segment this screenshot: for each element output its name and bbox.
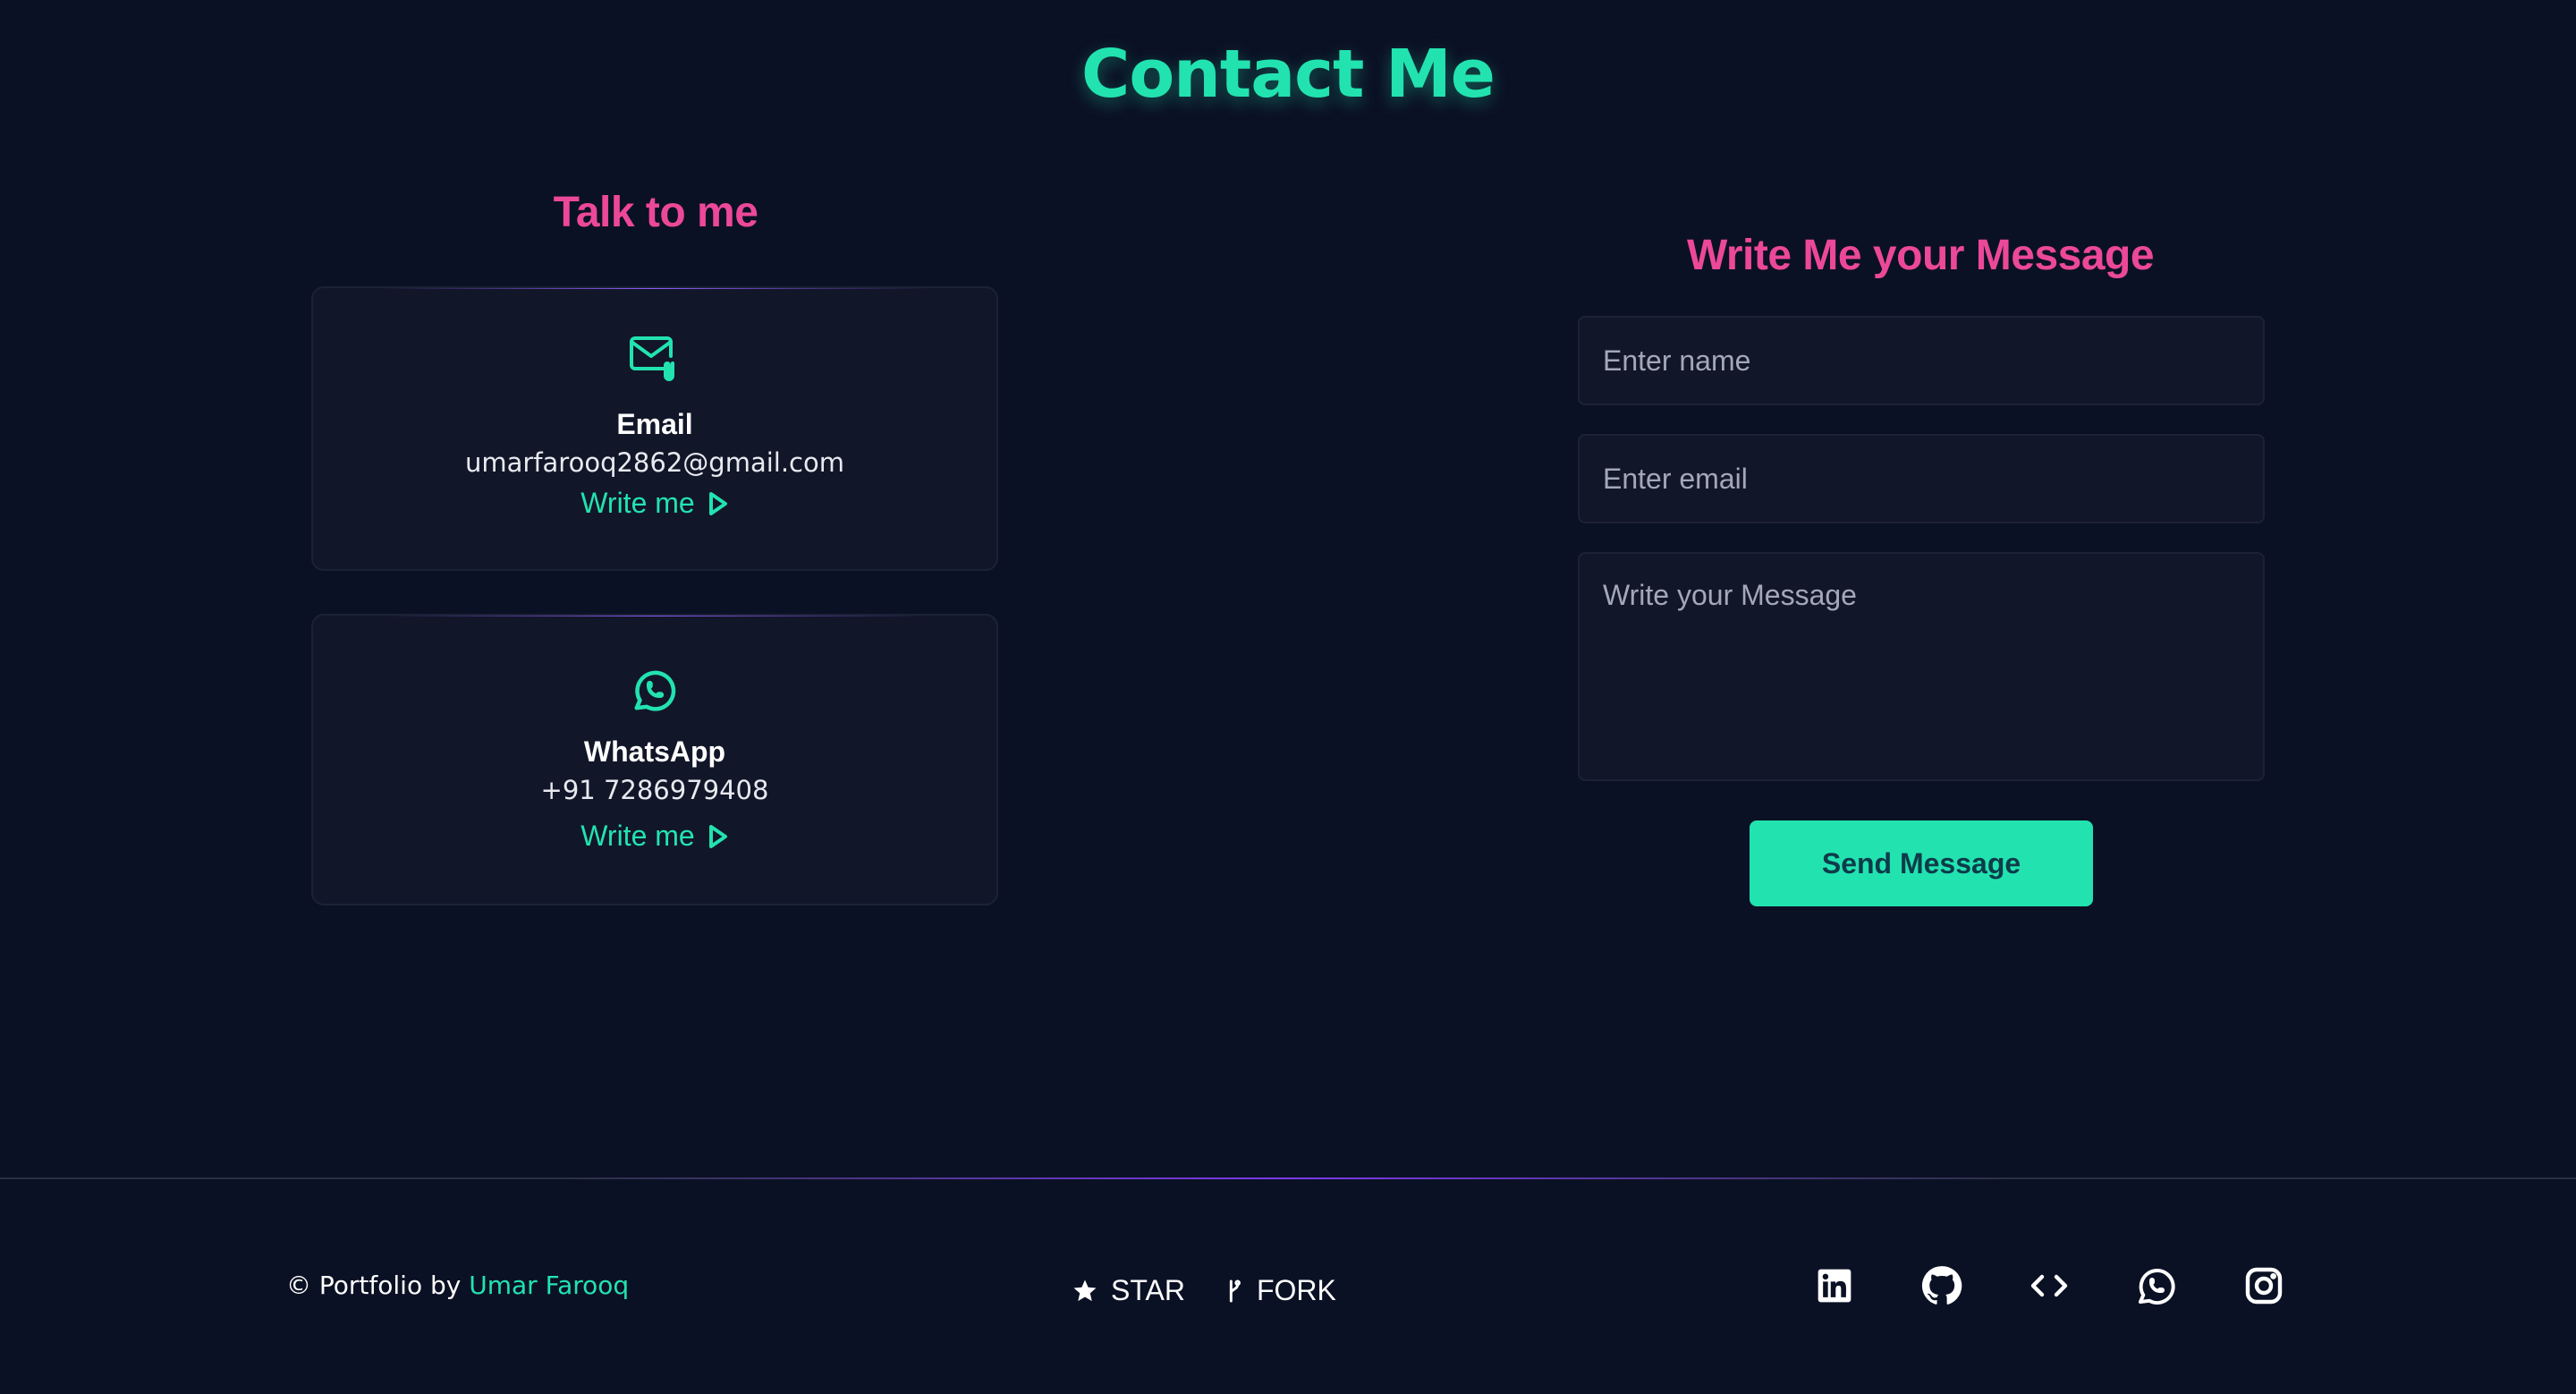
star-button[interactable]: STAR <box>1072 1274 1185 1307</box>
instagram-icon[interactable] <box>2241 1263 2286 1308</box>
repo-actions: STAR FORK <box>1072 1274 1336 1307</box>
phone-number: +91 7286979408 <box>540 775 769 805</box>
star-label: STAR <box>1111 1274 1185 1306</box>
send-message-button[interactable]: Send Message <box>1750 820 2093 906</box>
talk-heading: Talk to me <box>553 189 758 236</box>
fork-icon <box>1224 1278 1244 1305</box>
footer-credit: © Portfolio by Umar Farooq <box>286 1271 629 1300</box>
email-card: Email umarfarooq2862@gmail.com Write me <box>311 286 998 571</box>
whatsapp-icon <box>313 666 996 714</box>
card-title: WhatsApp <box>583 735 726 768</box>
write-me-email-link[interactable]: Write me <box>313 487 996 520</box>
fork-label: FORK <box>1256 1274 1336 1306</box>
footer-divider <box>0 1177 2576 1179</box>
mail-icon <box>313 335 996 385</box>
social-links <box>1812 1263 2286 1308</box>
fork-button[interactable]: FORK <box>1224 1274 1336 1307</box>
star-icon <box>1072 1278 1098 1305</box>
card-title: Email <box>616 408 693 440</box>
code-icon[interactable] <box>2027 1263 2072 1308</box>
email-input[interactable] <box>1578 434 2265 523</box>
email-address: umarfarooq2862@gmail.com <box>465 447 844 478</box>
author-link[interactable]: Umar Farooq <box>469 1271 629 1300</box>
page-title: Contact Me <box>1081 36 1496 113</box>
credit-prefix: © Portfolio by <box>286 1271 470 1300</box>
write-me-label: Write me <box>580 820 695 852</box>
github-icon[interactable] <box>1919 1263 1964 1308</box>
write-me-label: Write me <box>580 487 695 519</box>
play-arrow-icon <box>708 824 729 849</box>
whatsapp-icon[interactable] <box>2134 1263 2179 1308</box>
form-heading: Write Me your Message <box>1686 232 2155 279</box>
contact-page: Contact Me Talk to me Email umarfarooq28… <box>0 0 2576 1394</box>
play-arrow-icon <box>708 491 729 516</box>
whatsapp-card: WhatsApp +91 7286979408 Write me <box>311 614 998 905</box>
message-textarea[interactable] <box>1578 552 2265 781</box>
name-input[interactable] <box>1578 316 2265 405</box>
linkedin-icon[interactable] <box>1812 1263 1857 1308</box>
write-me-whatsapp-link[interactable]: Write me <box>313 820 996 853</box>
